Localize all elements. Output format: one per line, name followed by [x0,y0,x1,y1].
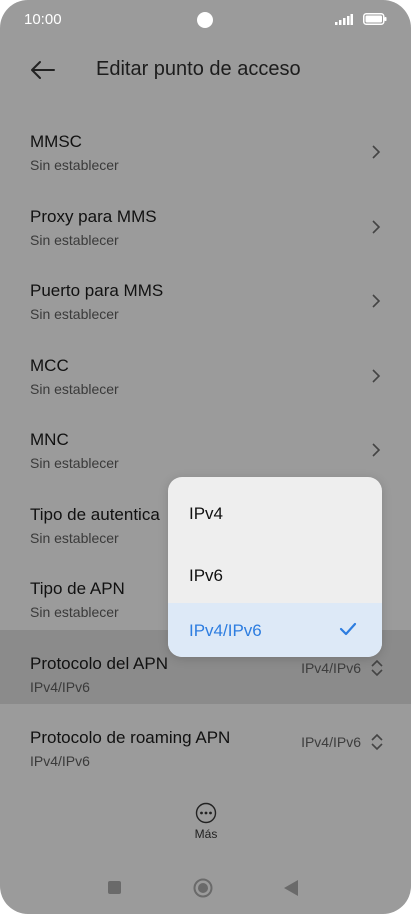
home-button[interactable] [193,878,213,898]
row-subtitle: Sin establecer [30,231,119,248]
nav-back-button[interactable] [283,879,299,897]
recents-button[interactable] [108,881,121,894]
option-ipv6[interactable]: IPv6 [168,539,382,593]
settings-list: MMSC Sin establecer Proxy para MMS Sin e… [0,108,411,779]
checkmark-icon [339,622,357,636]
signal-icon [335,14,353,25]
row-subtitle: IPv4/IPv6 [30,678,90,695]
protocol-dropdown-menu: IPv4 IPv6 IPv4/IPv6 [168,477,382,657]
header: Editar punto de acceso [0,50,411,94]
row-mnc[interactable]: MNC Sin establecer [0,406,411,481]
row-title: Protocolo del APN [30,653,168,673]
row-title: Tipo de APN [30,579,125,598]
page-title: Editar punto de acceso [96,58,301,80]
row-title: Proxy para MMS [30,206,157,226]
status-time: 10:00 [24,11,62,28]
option-label: IPv4 [189,504,224,523]
row-subtitle: Sin establecer [30,157,119,173]
more-button[interactable]: Más [185,802,227,841]
up-down-icon [371,733,383,751]
row-subtitle: Sin establecer [30,455,119,471]
row-mcc[interactable]: MCC Sin establecer [0,332,411,407]
camera-cutout [197,12,213,28]
more-options-icon [195,802,217,824]
row-title: MMSC [30,132,82,151]
status-bar: 10:00 [0,0,411,40]
chevron-right-icon [372,443,381,457]
row-subtitle: Sin establecer [30,380,119,397]
chevron-right-icon [372,368,381,383]
row-subtitle: Sin establecer [30,604,119,620]
up-down-icon [371,659,383,676]
row-puerto-mms[interactable]: Puerto para MMS Sin establecer [0,257,411,332]
chevron-right-icon [372,294,381,308]
chevron-right-icon [372,145,381,159]
row-value: IPv4/IPv6 [301,734,361,750]
row-roaming-protocol[interactable]: Protocolo de roaming APN IPv4/IPv6 IPv4/… [0,704,411,779]
navigation-bar [0,864,411,914]
row-title: Puerto para MMS [30,281,164,300]
option-ipv4[interactable]: IPv4 [168,477,382,539]
row-subtitle: Sin establecer [30,306,119,322]
row-value: IPv4/IPv6 [301,659,361,676]
chevron-right-icon [372,219,381,234]
row-title: MNC [30,430,69,449]
battery-icon [363,13,387,25]
row-subtitle: IPv4/IPv6 [30,753,90,769]
row-proxy-mms[interactable]: Proxy para MMS Sin establecer [0,183,411,258]
row-title: MCC [30,355,69,375]
row-subtitle: Sin establecer [30,529,119,546]
more-label: Más [194,827,218,841]
row-mmsc[interactable]: MMSC Sin establecer [0,108,411,183]
back-arrow-icon[interactable] [28,58,56,82]
phone-screen: 10:00 Editar punto de acceso MMSC Sin es… [0,0,411,914]
row-title: Tipo de autentica [30,504,160,524]
option-label: IPv6 [189,566,224,585]
option-label: IPv4/IPv6 [189,621,262,640]
option-ipv4-ipv6[interactable]: IPv4/IPv6 [168,603,382,657]
row-title: Protocolo de roaming APN [30,728,231,747]
